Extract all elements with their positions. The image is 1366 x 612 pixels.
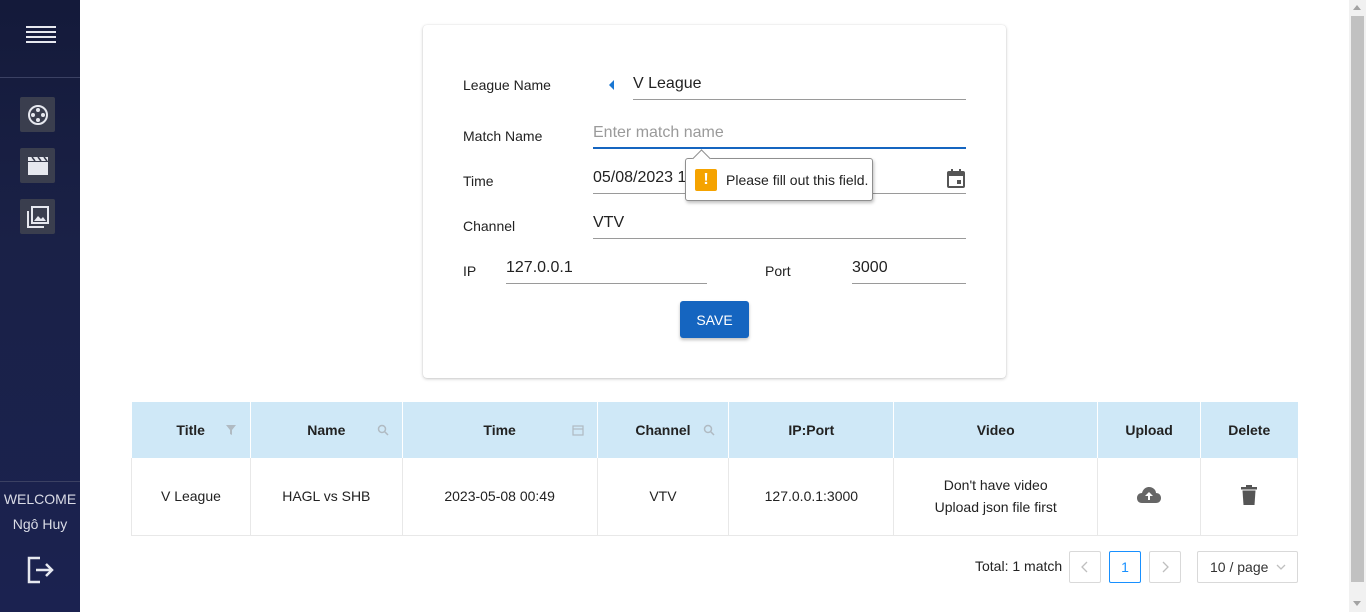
video-status: Don't have video: [943, 477, 1048, 494]
header-time: Time: [402, 402, 598, 458]
scrollbar[interactable]: [1349, 0, 1366, 612]
ip-input[interactable]: 127.0.0.1: [506, 256, 707, 284]
calendar-icon[interactable]: [571, 424, 584, 436]
page-size-select[interactable]: 10 / page: [1197, 551, 1298, 583]
time-value: 05/08/2023 1: [593, 169, 687, 186]
cell-upload: [1097, 458, 1202, 536]
cell-delete: [1200, 458, 1298, 536]
logout-icon[interactable]: [26, 556, 56, 584]
warning-icon: !: [695, 168, 717, 191]
header-title-label: Title: [176, 422, 205, 438]
header-upload: Upload: [1097, 402, 1202, 458]
scroll-thumb[interactable]: [1351, 16, 1364, 582]
header-channel-label: Channel: [635, 422, 691, 438]
user-name: Ngô Huy: [12, 516, 68, 532]
clapperboard-icon[interactable]: [20, 148, 55, 183]
trash-icon[interactable]: [1241, 484, 1257, 505]
header-video: Video: [893, 402, 1099, 458]
search-icon[interactable]: [703, 424, 715, 436]
tooltip-text: Please fill out this field.: [726, 171, 869, 188]
page-1-button[interactable]: 1: [1109, 551, 1141, 583]
ip-label: IP: [463, 263, 477, 279]
chevron-right-icon: [1162, 561, 1169, 573]
header-video-label: Video: [976, 422, 1015, 438]
match-form-card: League Name V League Match Name Enter ma…: [423, 25, 1006, 378]
ip-value: 127.0.0.1: [506, 259, 573, 276]
chevron-left-icon: [1081, 561, 1088, 573]
cell-channel: VTV: [597, 458, 730, 536]
header-title: Title: [131, 402, 251, 458]
cell-ipport: 127.0.0.1:3000: [728, 458, 895, 536]
cell-video: Don't have video Upload json file first: [893, 458, 1099, 536]
search-icon[interactable]: [377, 424, 389, 436]
cell-time: 2023-05-08 00:49: [402, 458, 598, 536]
header-delete-label: Delete: [1228, 422, 1271, 438]
header-upload-label: Upload: [1125, 422, 1173, 438]
welcome-divider: [0, 481, 80, 482]
table-header-row: Title Name Time Channel IP:Port Video Up…: [131, 402, 1298, 458]
total-count: Total: 1 match: [975, 558, 1063, 574]
port-value: 3000: [852, 259, 888, 276]
league-name-field[interactable]: V League: [633, 72, 966, 100]
header-ipport: IP:Port: [728, 402, 895, 458]
page-size-value: 10 / page: [1210, 559, 1269, 575]
channel-value: VTV: [593, 214, 625, 231]
sidebar-divider: [0, 77, 80, 78]
save-button[interactable]: SAVE: [680, 301, 749, 338]
prev-page-button[interactable]: [1069, 551, 1101, 583]
channel-input[interactable]: VTV: [593, 211, 966, 239]
validation-tooltip: ! Please fill out this field.: [685, 158, 873, 201]
channel-label: Channel: [463, 218, 516, 234]
calendar-icon[interactable]: [946, 168, 966, 188]
menu-icon[interactable]: [26, 26, 56, 48]
sidebar: WELCOME Ngô Huy: [0, 0, 80, 612]
welcome-label: WELCOME: [3, 491, 77, 507]
filter-icon[interactable]: [225, 424, 237, 436]
gallery-icon[interactable]: [20, 199, 55, 234]
match-name-input[interactable]: Enter match name: [593, 121, 966, 149]
next-page-button[interactable]: [1149, 551, 1181, 583]
header-name-label: Name: [307, 422, 346, 438]
match-name-placeholder: Enter match name: [593, 124, 724, 141]
scroll-down-arrow-icon[interactable]: [1353, 601, 1361, 606]
chevron-down-icon: [1276, 564, 1286, 570]
matches-table: Title Name Time Channel IP:Port Video Up…: [131, 402, 1298, 536]
cloud-upload-icon[interactable]: [1136, 485, 1162, 505]
header-delete: Delete: [1200, 402, 1298, 458]
film-reel-icon[interactable]: [20, 97, 55, 132]
cell-name: HAGL vs SHB: [250, 458, 403, 536]
league-name-label: League Name: [463, 77, 551, 93]
league-name-value: V League: [633, 75, 702, 92]
time-label: Time: [463, 173, 494, 189]
welcome-block: WELCOME Ngô Huy: [0, 487, 80, 537]
header-name: Name: [250, 402, 403, 458]
header-time-label: Time: [483, 422, 516, 438]
scroll-up-arrow-icon[interactable]: [1353, 5, 1361, 10]
table-row: V League HAGL vs SHB 2023-05-08 00:49 VT…: [131, 458, 1298, 536]
league-caret-icon[interactable]: [609, 80, 614, 90]
match-name-label: Match Name: [463, 128, 543, 144]
header-channel: Channel: [597, 402, 730, 458]
port-label: Port: [765, 263, 791, 279]
cell-title: V League: [131, 458, 251, 536]
video-hint: Upload json file first: [934, 499, 1057, 516]
header-ipport-label: IP:Port: [788, 422, 835, 438]
port-input[interactable]: 3000: [852, 256, 966, 284]
